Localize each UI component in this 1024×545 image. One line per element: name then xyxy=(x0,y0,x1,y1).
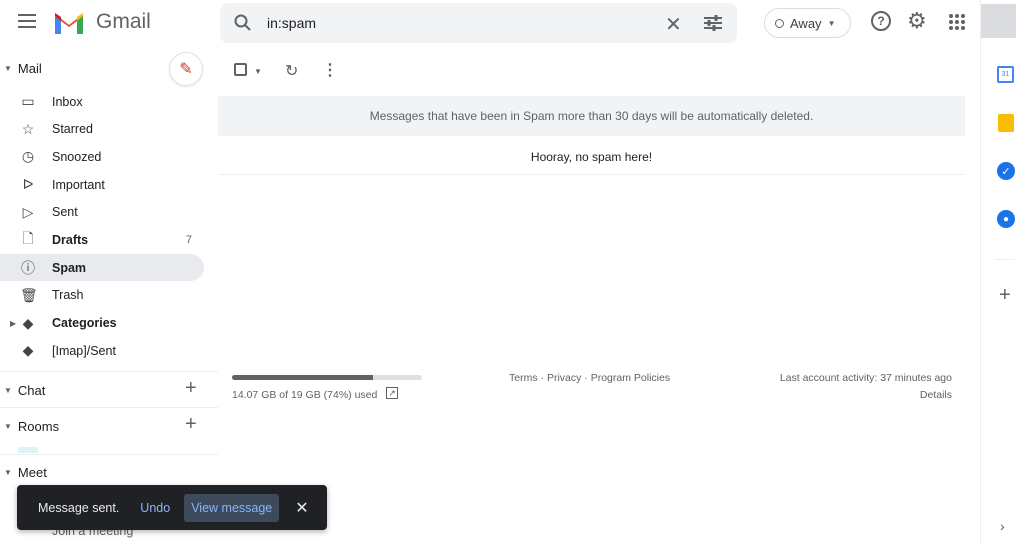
sidebar-item-label: [Imap]/Sent xyxy=(52,343,116,358)
details-link[interactable]: Details xyxy=(920,389,952,401)
rooms-section-toggle[interactable]: ▼ Rooms xyxy=(4,419,59,434)
mail-section-toggle[interactable]: ▼ Mail xyxy=(4,61,42,76)
sidebar-item-label: Important xyxy=(52,177,105,192)
sidebar-item-label: Drafts xyxy=(52,233,89,247)
terms-link[interactable]: Terms xyxy=(509,372,538,384)
pencil-icon: ✎ xyxy=(179,61,193,78)
meet-label: Meet xyxy=(17,465,47,480)
app-name: Gmail xyxy=(96,10,151,33)
last-activity: Last account activity: 37 minutes ago xyxy=(779,372,952,384)
side-panel: 31 ✓ ● + › xyxy=(980,0,1024,545)
mail-label: Mail xyxy=(17,61,42,76)
empty-state-message: Hooray, no spam here! xyxy=(218,136,965,175)
spam-icon: ⓘ xyxy=(21,259,35,276)
clock-icon: ◷ xyxy=(21,148,35,165)
sidebar-item-label: Snoozed xyxy=(52,149,102,164)
rooms-label: Rooms xyxy=(17,419,60,434)
sidebar-item-inbox[interactable]: ▭ Inbox xyxy=(0,88,204,115)
separator: · xyxy=(537,372,547,384)
add-chat-icon[interactable]: + xyxy=(185,377,197,400)
important-icon: ᐅ xyxy=(22,176,34,193)
spam-notice: Messages that have been in Spam more tha… xyxy=(218,96,965,136)
chevron-down-icon: ▼ xyxy=(827,18,836,28)
divider xyxy=(0,407,218,408)
divider xyxy=(0,454,218,455)
chat-section-toggle[interactable]: ▼ Chat xyxy=(4,383,45,398)
sidebar-item-sent[interactable]: ▷ Sent xyxy=(0,199,204,226)
inbox-icon: ▭ xyxy=(21,93,35,109)
settings-icon[interactable]: ⚙ xyxy=(907,8,927,34)
search-options-icon[interactable] xyxy=(704,15,722,31)
clear-search-icon[interactable]: ✕ xyxy=(665,12,682,37)
storage-text: 14.07 GB of 19 GB (74%) used xyxy=(232,389,378,401)
status-label: Away xyxy=(790,15,822,31)
more-options-icon[interactable]: ⋮ xyxy=(322,60,338,80)
expand-icon[interactable]: ▶ xyxy=(10,319,16,328)
storage-bar xyxy=(232,375,422,380)
chat-label: Chat xyxy=(17,383,46,398)
select-dropdown-icon[interactable]: ▼ xyxy=(254,67,262,76)
snackbar-message: Message sent. xyxy=(38,500,120,515)
search-bar[interactable]: in:spam ✕ xyxy=(220,3,737,43)
sidebar-item-drafts[interactable]: 🗋 Drafts 7 xyxy=(0,227,204,254)
sidebar-item-label: Categories xyxy=(52,316,117,331)
close-icon[interactable]: ✕ xyxy=(295,498,308,518)
get-addons-icon[interactable]: + xyxy=(999,284,1011,307)
compose-button[interactable]: ✎ xyxy=(169,52,203,86)
refresh-icon[interactable]: ↻ xyxy=(285,61,298,81)
privacy-link[interactable]: Privacy xyxy=(547,372,581,384)
caret-down-icon: ▼ xyxy=(4,468,12,477)
select-all-checkbox[interactable] xyxy=(234,63,247,76)
meet-section-toggle[interactable]: ▼ Meet xyxy=(4,465,47,480)
search-input[interactable]: in:spam xyxy=(267,15,316,31)
sidebar-item-starred[interactable]: ☆ Starred xyxy=(0,116,204,143)
item-count: 7 xyxy=(185,234,192,246)
keep-icon[interactable] xyxy=(998,114,1014,132)
sidebar-item-snoozed[interactable]: ◷ Snoozed xyxy=(0,143,204,170)
program-policies-link[interactable]: Program Policies xyxy=(591,372,670,384)
sidebar-item-important[interactable]: ᐅ Important xyxy=(0,171,204,198)
send-icon: ▷ xyxy=(22,203,34,220)
star-icon: ☆ xyxy=(21,120,35,137)
help-icon[interactable]: ? xyxy=(871,11,891,31)
sidebar-item-trash[interactable]: 🗑 Trash xyxy=(0,282,204,309)
sidebar-item-label: Spam xyxy=(52,260,87,275)
chevron-right-icon[interactable]: › xyxy=(1000,518,1005,534)
contacts-icon[interactable]: ● xyxy=(997,210,1015,228)
label-icon: ◆ xyxy=(22,314,34,331)
caret-down-icon: ▼ xyxy=(4,422,12,431)
apps-icon[interactable] xyxy=(949,14,965,30)
status-dropdown[interactable]: Away ▼ xyxy=(764,8,851,38)
undo-button[interactable]: Undo xyxy=(140,501,170,515)
separator: · xyxy=(581,372,591,384)
calendar-icon[interactable]: 31 xyxy=(997,66,1014,83)
sidebar-item-spam[interactable]: ⓘ Spam xyxy=(0,254,204,282)
snackbar: Message sent. Undo View message ✕ xyxy=(17,485,327,530)
sidebar-item-label: Starred xyxy=(52,122,93,137)
caret-down-icon: ▼ xyxy=(4,64,12,73)
sidebar-item-label: Sent xyxy=(52,205,78,220)
draft-icon: 🗋 xyxy=(22,230,34,246)
external-link-icon[interactable]: ↗ xyxy=(386,387,398,399)
caret-down-icon: ▼ xyxy=(4,386,12,395)
search-icon[interactable] xyxy=(234,14,252,32)
sidebar-item-categories[interactable]: ▶ ◆ Categories xyxy=(0,310,204,337)
main-menu-button[interactable] xyxy=(18,14,36,28)
divider xyxy=(995,259,1015,260)
trash-icon: 🗑 xyxy=(20,286,38,303)
divider xyxy=(0,371,218,372)
sidebar-item-label: Trash xyxy=(52,288,84,303)
tasks-icon[interactable]: ✓ xyxy=(997,162,1015,180)
status-icon xyxy=(775,18,784,28)
sidebar-item-label: Inbox xyxy=(52,94,83,109)
view-message-button[interactable]: View message xyxy=(184,493,280,522)
add-room-icon[interactable]: + xyxy=(185,413,197,436)
gmail-logo xyxy=(55,13,83,34)
label-icon: ◆ xyxy=(22,342,34,359)
sidebar-item-imap-sent[interactable]: ◆ [Imap]/Sent xyxy=(0,337,204,364)
room-placeholder xyxy=(18,447,38,453)
